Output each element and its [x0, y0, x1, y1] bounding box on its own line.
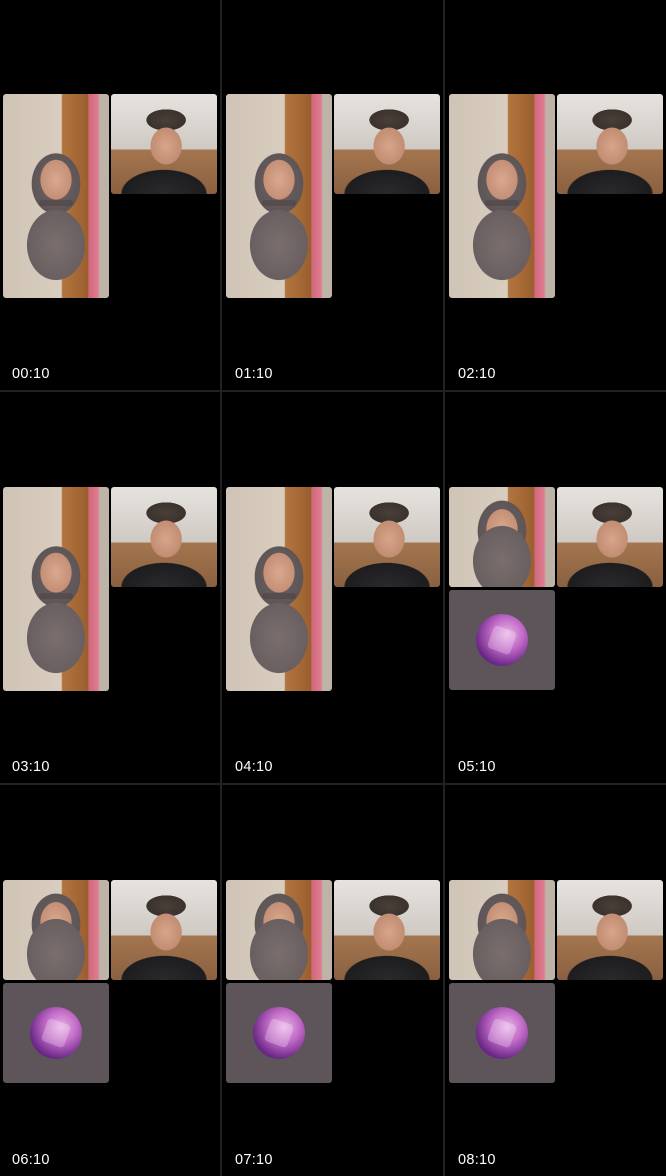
frame-timestamp: 01:10 — [235, 366, 273, 382]
participant-c-avatar-tile[interactable] — [3, 983, 109, 1083]
frame-cell: 00:10 — [0, 0, 220, 390]
participant-b-video-tile[interactable] — [334, 880, 440, 980]
frame-timestamp: 00:10 — [12, 366, 50, 382]
frame-cell: 05:10 — [446, 393, 666, 783]
participant-b-video-tile[interactable] — [557, 880, 663, 980]
frame-timestamp: 08:10 — [458, 1152, 496, 1168]
participant-b-video-tile[interactable] — [111, 487, 217, 587]
profile-avatar — [253, 1007, 305, 1059]
profile-avatar — [30, 1007, 82, 1059]
participant-a-video-tile[interactable] — [226, 487, 332, 691]
frame-cell: 08:10 — [446, 786, 666, 1176]
column-divider — [220, 0, 222, 1176]
participant-c-avatar-tile[interactable] — [226, 983, 332, 1083]
participant-b-video-tile[interactable] — [334, 487, 440, 587]
profile-avatar — [476, 614, 528, 666]
participant-b-video-tile[interactable] — [111, 94, 217, 194]
frame-timestamp: 04:10 — [235, 759, 273, 775]
frame-timestamp: 03:10 — [12, 759, 50, 775]
frame-cell: 04:10 — [223, 393, 443, 783]
participant-a-video-tile[interactable] — [3, 880, 109, 980]
frame-cell: 02:10 — [446, 0, 666, 390]
frame-cell: 07:10 — [223, 786, 443, 1176]
participant-b-video-tile[interactable] — [557, 94, 663, 194]
frame-timestamp: 06:10 — [12, 1152, 50, 1168]
participant-c-avatar-tile[interactable] — [449, 983, 555, 1083]
profile-avatar — [476, 1007, 528, 1059]
participant-b-video-tile[interactable] — [334, 94, 440, 194]
column-divider — [443, 0, 445, 1176]
frame-cell: 01:10 — [223, 0, 443, 390]
participant-a-video-tile[interactable] — [226, 880, 332, 980]
row-divider — [0, 783, 666, 785]
row-divider — [0, 390, 666, 392]
frame-grid: 00:10 01:10 02:10 03:10 04:10 05:10 06:1… — [0, 0, 666, 1176]
participant-b-video-tile[interactable] — [111, 880, 217, 980]
participant-c-avatar-tile[interactable] — [449, 590, 555, 690]
participant-a-video-tile[interactable] — [449, 880, 555, 980]
frame-timestamp: 02:10 — [458, 366, 496, 382]
participant-b-video-tile[interactable] — [557, 487, 663, 587]
participant-a-video-tile[interactable] — [3, 487, 109, 691]
frame-cell: 03:10 — [0, 393, 220, 783]
participant-a-video-tile[interactable] — [226, 94, 332, 298]
participant-a-video-tile[interactable] — [3, 94, 109, 298]
frame-cell: 06:10 — [0, 786, 220, 1176]
participant-a-video-tile[interactable] — [449, 94, 555, 298]
participant-a-video-tile[interactable] — [449, 487, 555, 587]
frame-timestamp: 07:10 — [235, 1152, 273, 1168]
frame-timestamp: 05:10 — [458, 759, 496, 775]
